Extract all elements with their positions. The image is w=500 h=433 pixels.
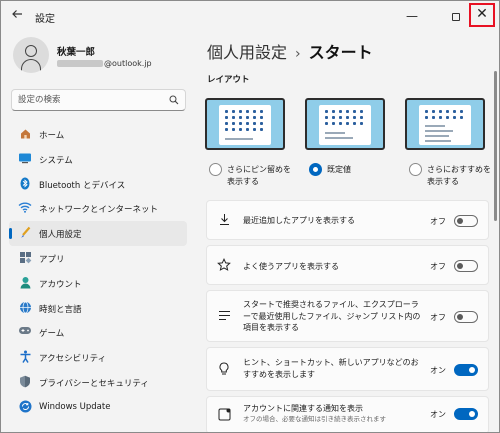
sidebar-item-privacy[interactable]: プライバシーとセキュリティ — [9, 370, 187, 395]
minimize-button[interactable]: — — [397, 3, 427, 29]
gaming-icon — [18, 325, 32, 339]
most-used-apps-toggle[interactable] — [454, 260, 478, 272]
breadcrumb-parent[interactable]: 個人用設定 — [207, 43, 287, 62]
person-icon — [25, 45, 37, 57]
windows-update-icon — [18, 400, 32, 414]
page-title: 個人用設定 › スタート — [207, 39, 373, 63]
chevron-right-icon: › — [295, 46, 301, 62]
radio-more-pins[interactable] — [209, 163, 222, 176]
user-profile: 秋葉一郎 @outlook.jp — [13, 37, 193, 77]
system-icon — [18, 152, 32, 166]
tips-recommendations-toggle[interactable] — [454, 364, 478, 376]
personalization-icon — [18, 226, 32, 240]
close-button[interactable]: ✕ — [469, 3, 495, 27]
toggle-state-label: オフ — [430, 262, 446, 271]
time-language-icon — [18, 301, 32, 315]
breadcrumb-current: スタート — [308, 43, 373, 62]
scrollbar[interactable] — [494, 71, 497, 221]
toggle-state-label: オン — [430, 410, 446, 419]
recently-added-apps-toggle[interactable] — [454, 215, 478, 227]
accessibility-icon — [18, 350, 32, 364]
sidebar-item-gaming[interactable]: ゲーム — [9, 320, 187, 345]
recommended-files-toggle[interactable] — [454, 311, 478, 323]
setting-recently-added-apps: 最近追加したアプリを表示する オフ — [206, 200, 489, 240]
toggle-state-label: オフ — [430, 313, 446, 322]
sidebar-item-personalization[interactable]: 個人用設定 — [9, 221, 187, 246]
sidebar-item-system[interactable]: システム — [9, 147, 187, 172]
list-lines-icon — [216, 309, 232, 325]
search-icon[interactable] — [169, 95, 179, 105]
radio-more-recommendations-label: さらにおすすめを 表示する — [427, 165, 491, 186]
apps-icon — [18, 251, 32, 265]
home-icon — [18, 127, 32, 141]
setting-account-notifications: アカウントに関連する通知を表示 オフの場合、必要な通知は引き続き表示されます オ… — [206, 396, 489, 432]
sidebar-nav: ホーム システム Bluetooth とデバイス ネットワークとインターネット … — [9, 122, 187, 420]
sidebar-item-windows-update[interactable]: Windows Update — [9, 395, 187, 420]
layout-default-preview[interactable] — [305, 98, 385, 150]
network-icon — [18, 201, 32, 215]
maximize-icon — [452, 12, 460, 21]
app-title: 設定 — [35, 14, 55, 25]
search-input[interactable] — [18, 93, 168, 107]
back-arrow-icon[interactable] — [7, 7, 27, 27]
sidebar-item-bluetooth[interactable]: Bluetooth とデバイス — [9, 172, 187, 197]
sidebar-item-accounts[interactable]: アカウント — [9, 271, 187, 296]
setting-tips-recommendations: ヒント、ショートカット、新しいアプリなどのおすすめを表示します オン — [206, 347, 489, 391]
setting-recommended-files: スタートで推奨されるファイル、エクスプローラーで最近使用したファイル、ジャンプ … — [206, 290, 489, 342]
setting-most-used-apps: よく使うアプリを表示する オフ — [206, 245, 489, 285]
star-icon — [216, 258, 232, 274]
sidebar-item-network[interactable]: ネットワークとインターネット — [9, 196, 187, 221]
toggle-state-label: オン — [430, 366, 446, 375]
radio-default-label: 既定値 — [327, 165, 351, 174]
account-notifications-toggle[interactable] — [454, 408, 478, 420]
layout-more-pins-preview[interactable] — [205, 98, 285, 150]
settings-window: 設定 — ✕ 秋葉一郎 @outlook.jp ホーム — [0, 0, 500, 433]
sidebar-item-home[interactable]: ホーム — [9, 122, 187, 147]
layout-more-recommendations-preview[interactable] — [405, 98, 485, 150]
redacted-email-part — [57, 60, 103, 67]
lightbulb-icon — [216, 362, 232, 378]
sidebar-item-time-language[interactable]: 時刻と言語 — [9, 296, 187, 321]
radio-default[interactable] — [309, 163, 322, 176]
profile-name: 秋葉一郎 — [57, 47, 96, 58]
radio-more-pins-label: さらにピン留めを 表示する — [227, 165, 291, 186]
sidebar-item-apps[interactable]: アプリ — [9, 246, 187, 271]
title-bar: 設定 — ✕ — [1, 1, 499, 33]
account-notification-icon — [216, 408, 232, 424]
layout-section-label: レイアウト — [207, 75, 250, 85]
profile-email-domain: @outlook.jp — [104, 59, 152, 68]
download-icon — [216, 213, 232, 229]
search-box[interactable] — [11, 89, 186, 111]
bluetooth-icon — [18, 177, 32, 191]
radio-more-recommendations[interactable] — [409, 163, 422, 176]
profile-email: @outlook.jp — [57, 59, 152, 68]
maximize-button[interactable] — [441, 3, 471, 29]
account-icon — [18, 276, 32, 290]
privacy-shield-icon — [18, 375, 32, 389]
avatar[interactable] — [13, 37, 49, 73]
toggle-state-label: オフ — [430, 217, 446, 226]
sidebar-item-accessibility[interactable]: アクセシビリティ — [9, 345, 187, 370]
